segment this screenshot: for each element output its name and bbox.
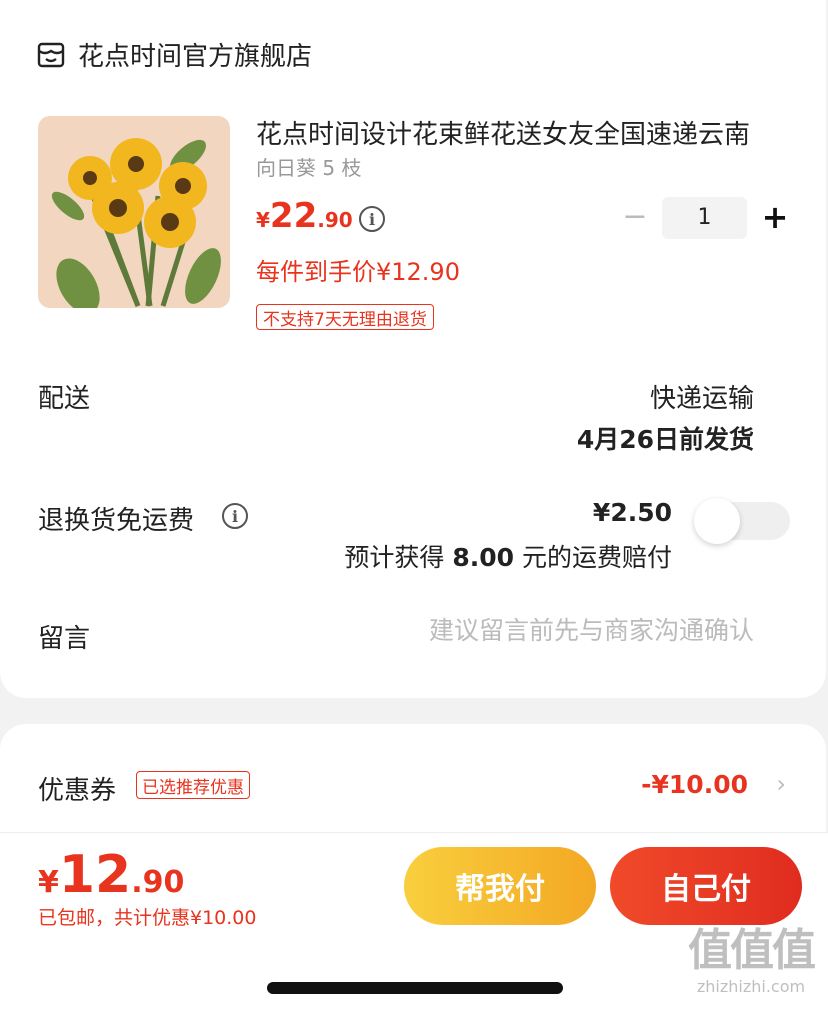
return-insurance-compensation: 预计获得 8.00 元的运费赔付 [344, 538, 672, 574]
product-sku[interactable]: 向日葵 5 枝 [256, 152, 361, 181]
pay-myself-button[interactable]: 自己付 [610, 847, 802, 925]
price-integer: 22 [269, 196, 318, 236]
coupon-value: -¥10.00 [641, 770, 748, 799]
no-return-tag: 不支持7天无理由退货 [256, 304, 434, 330]
total-discount-note: 已包邮，共计优惠¥10.00 [38, 907, 257, 929]
product-price: ¥ 22 .90 [256, 196, 353, 236]
coupon-tag: 已选推荐优惠 [136, 771, 250, 799]
final-price: 每件到手价¥12.90 [256, 258, 460, 286]
compensation-suffix: 元的运费赔付 [514, 543, 672, 572]
compensation-amount: 8.00 [452, 543, 515, 572]
return-insurance-price: ¥2.50 [592, 498, 672, 527]
compensation-prefix: 预计获得 [344, 543, 453, 572]
watermark-url: zhizhizhi.com [696, 977, 806, 996]
message-label: 留言 [38, 624, 91, 654]
quantity-minus-button[interactable]: − [620, 200, 650, 234]
quantity-input[interactable]: 1 [662, 197, 747, 239]
message-input[interactable] [334, 616, 754, 645]
coupon-card[interactable]: 优惠券 已选推荐优惠 -¥10.00 › [0, 724, 826, 844]
watermark: 值值值 zhizhizhi.com [678, 925, 824, 997]
store-header[interactable]: 花点时间官方旗舰店 [36, 36, 312, 73]
toggle-knob [694, 498, 740, 544]
delivery-method: 快递运输 [649, 384, 754, 414]
return-insurance-toggle[interactable] [694, 498, 790, 544]
store-icon [37, 42, 65, 67]
quantity-plus-button[interactable]: + [760, 200, 790, 234]
info-icon[interactable]: i [359, 206, 385, 232]
coupon-label: 优惠券 [38, 776, 117, 806]
home-indicator[interactable] [267, 982, 563, 994]
info-icon[interactable]: i [222, 503, 248, 529]
total-currency: ¥ [38, 865, 59, 900]
delivery-date: 4月26日前发货 [576, 425, 754, 454]
store-name: 花点时间官方旗舰店 [78, 42, 313, 72]
total-price: ¥ 12 .90 [38, 849, 184, 901]
chevron-right-icon[interactable]: › [776, 770, 786, 798]
price-decimal: .90 [317, 208, 353, 232]
total-decimal: .90 [131, 865, 185, 900]
price-currency: ¥ [256, 208, 270, 232]
return-insurance-label: 退换货免运费 [38, 506, 195, 536]
help-me-pay-button[interactable]: 帮我付 [404, 847, 596, 925]
order-card: 花点时间官方旗舰店 花点时间设计花束鲜花送女友全国速递云南 向日葵 5 枝 ¥ … [0, 0, 826, 698]
delivery-label: 配送 [38, 384, 91, 414]
product-title[interactable]: 花点时间设计花束鲜花送女友全国速递云南 [256, 114, 796, 151]
checkout-bar: ¥ 12 .90 已包邮，共计优惠¥10.00 帮我付 自己付 值值值 zhiz… [0, 832, 828, 1010]
product-image[interactable] [38, 116, 230, 308]
total-integer: 12 [58, 845, 132, 905]
watermark-logo: 值值值 [688, 925, 816, 976]
